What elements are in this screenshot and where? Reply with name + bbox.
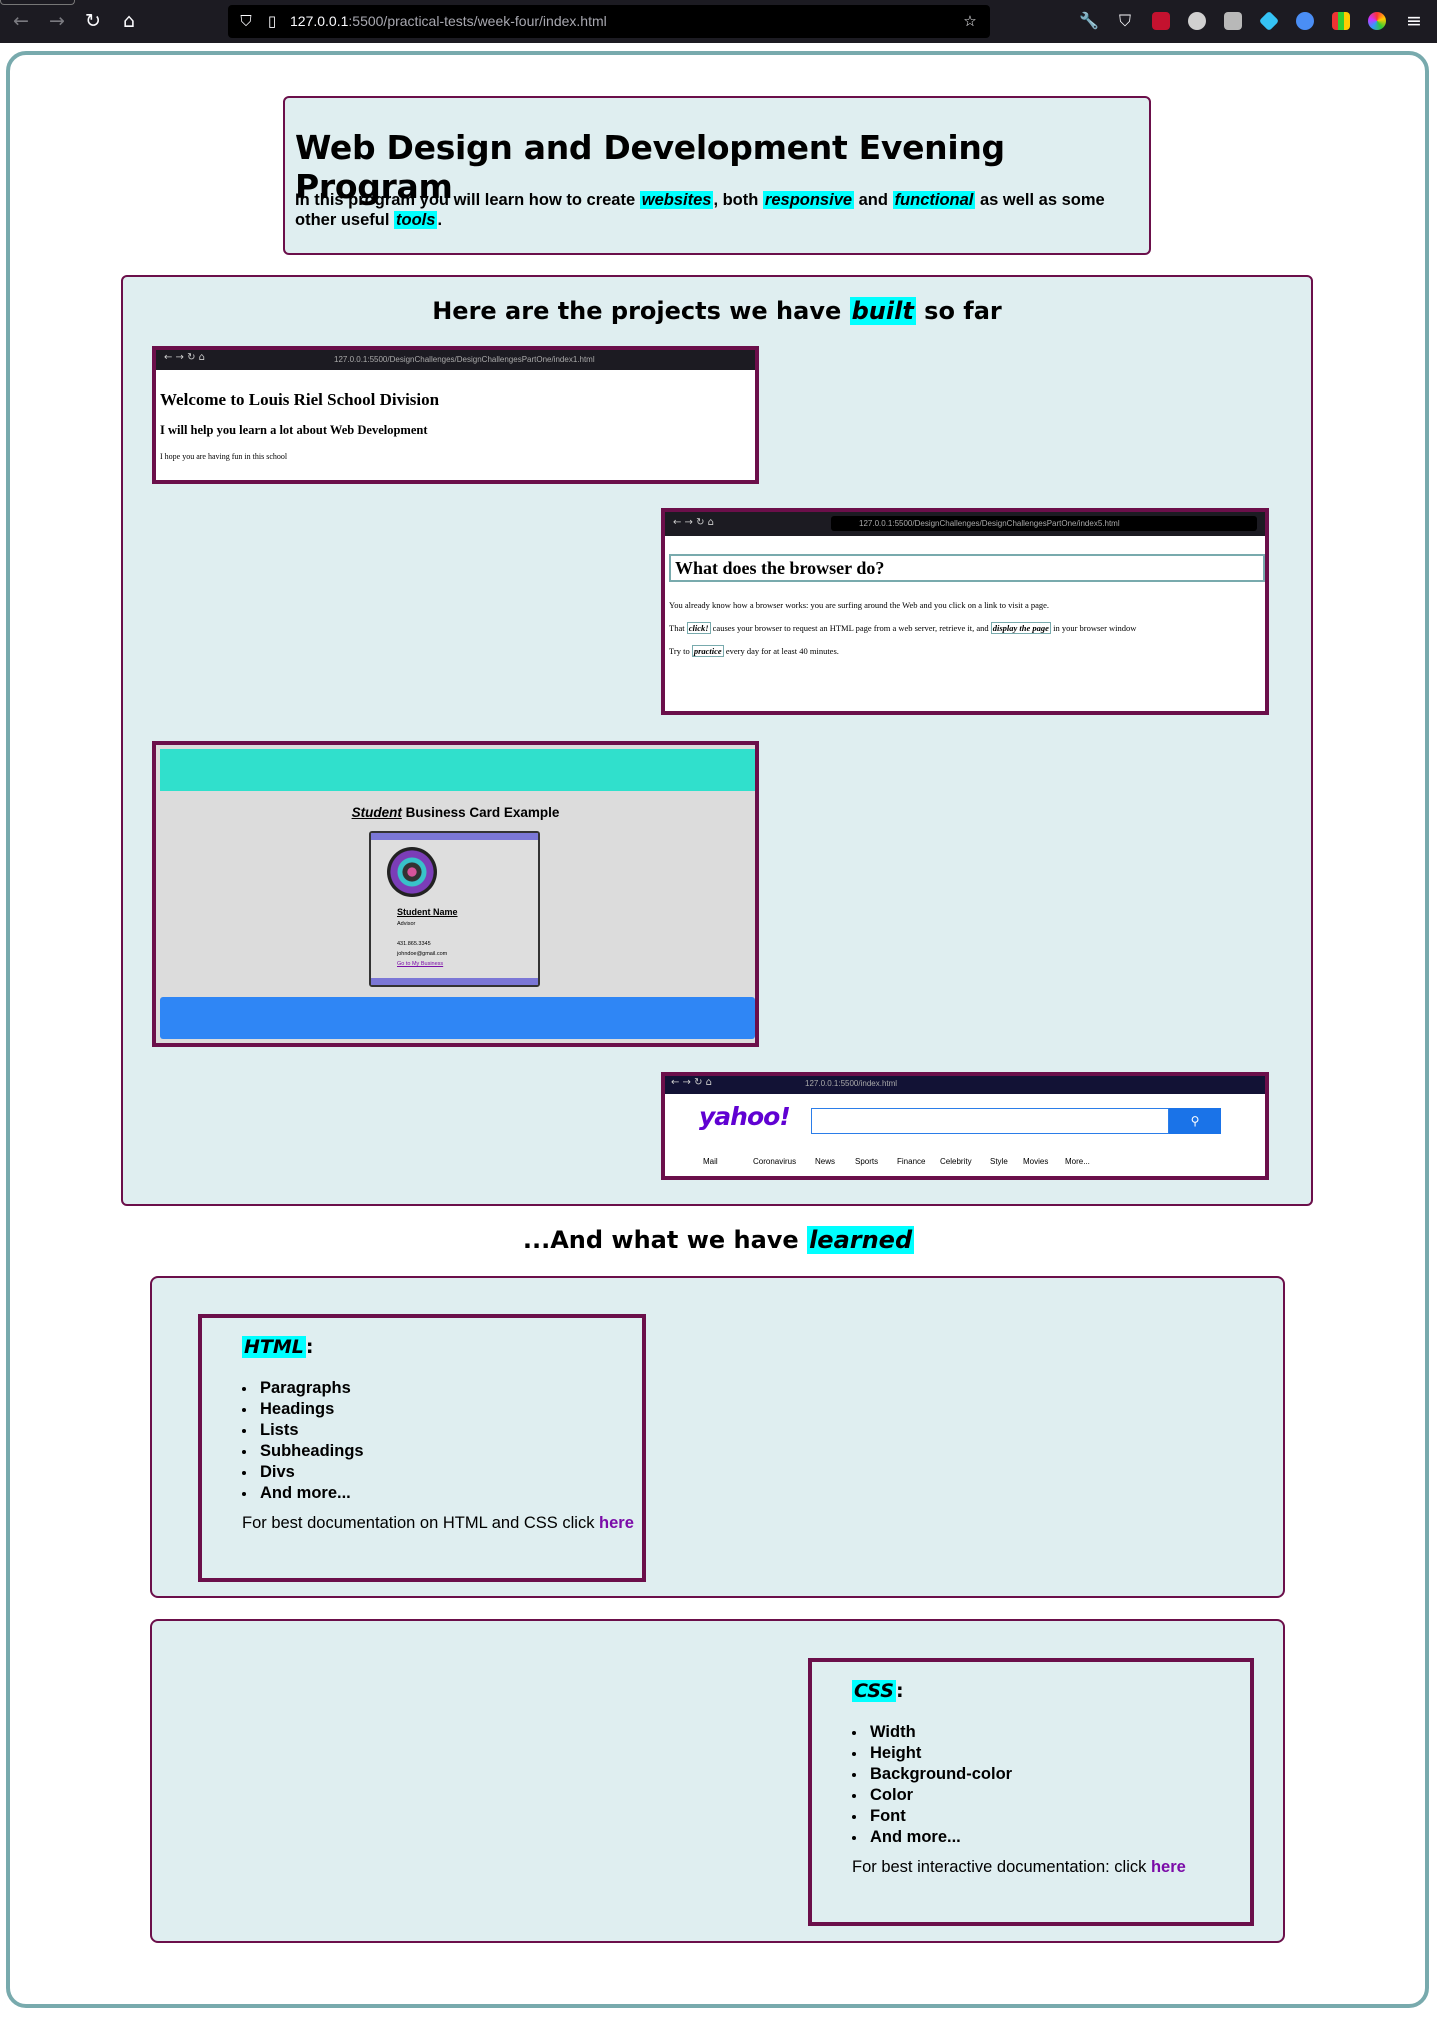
list-item: Paragraphs: [242, 1378, 364, 1399]
extension-icon[interactable]: [1224, 12, 1242, 30]
list-item: Divs: [242, 1462, 364, 1483]
projects-heading: Here are the projects we have built so f…: [432, 297, 1002, 325]
shield-icon[interactable]: ⛉: [236, 11, 256, 31]
yahoo-logo: yahoo!: [699, 1102, 791, 1131]
shot2-heading-box: What does the browser do?: [669, 554, 1265, 582]
list-item: Height: [852, 1743, 1012, 1764]
shot1-paragraph: I hope you are having fun in this school: [160, 452, 288, 461]
html-doc-text: For best documentation on HTML and CSS c…: [242, 1514, 634, 1532]
list-item: Width: [852, 1722, 1012, 1743]
color-wheel-icon[interactable]: [1368, 12, 1386, 30]
page-icon[interactable]: ▯: [262, 11, 282, 31]
list-item: Headings: [242, 1399, 364, 1420]
search-icon: ⚲: [1169, 1108, 1221, 1134]
forward-icon[interactable]: →: [45, 9, 69, 33]
pocket-icon[interactable]: ⛉: [1113, 9, 1137, 33]
mini-browser-bar: ← → ↻ ⌂ 127.0.0.1:5500/DesignChallenges/…: [665, 512, 1265, 536]
list-item: Color: [852, 1785, 1012, 1806]
menu-icon[interactable]: ≡: [1402, 9, 1426, 33]
css-section: CSS: Width Height Background-color Color…: [150, 1619, 1285, 1943]
shot3-title: Student Business Card Example: [351, 805, 560, 820]
extension-icon[interactable]: [1188, 12, 1206, 30]
css-doc-link[interactable]: here: [1151, 1858, 1186, 1876]
project-screenshot-3: Student Business Card Example Student Na…: [152, 741, 759, 1047]
business-card: Student Name Advisor 431.865.3345 johndo…: [369, 831, 540, 987]
shot1-heading: Welcome to Louis Riel School Division: [160, 390, 440, 409]
html-list: Paragraphs Headings Lists Subheadings Di…: [242, 1378, 364, 1504]
star-icon[interactable]: ☆: [960, 11, 980, 31]
keyword-tools: tools: [394, 211, 438, 229]
home-icon[interactable]: ⌂: [117, 9, 141, 33]
html-label: HTML:: [242, 1336, 314, 1358]
learned-heading: ...And what we have learned: [522, 1226, 915, 1254]
list-item: And more...: [852, 1827, 1012, 1848]
ublock-icon[interactable]: [1152, 12, 1170, 30]
list-item: Lists: [242, 1420, 364, 1441]
keyword-responsive: responsive: [762, 191, 855, 209]
avatar: [387, 847, 437, 897]
list-item: Background-color: [852, 1764, 1012, 1785]
reload-icon[interactable]: ↻: [81, 9, 105, 33]
shot3-bottom-band: [160, 997, 755, 1039]
list-item: Subheadings: [242, 1441, 364, 1462]
intro-paragraph: In this program you will learn how to cr…: [295, 191, 1105, 229]
css-list: Width Height Background-color Color Font…: [852, 1722, 1012, 1848]
shot1-subheading: I will help you learn a lot about Web De…: [160, 423, 428, 437]
keyword-functional: functional: [892, 191, 976, 209]
css-card: CSS: Width Height Background-color Color…: [808, 1658, 1254, 1926]
gem-icon[interactable]: [1258, 10, 1280, 32]
list-item: Font: [852, 1806, 1012, 1827]
project-screenshot-2: ← → ↻ ⌂ 127.0.0.1:5500/DesignChallenges/…: [661, 508, 1269, 715]
shot2-paragraph-3: Try to practice every day for at least 4…: [669, 645, 839, 657]
browser-toolbar: ← → ↻ ⌂ ⛉ ▯ 127.0.0.1:5500/practical-tes…: [0, 0, 1437, 43]
css-label: CSS:: [852, 1680, 904, 1702]
shot2-paragraph-1: You already know how a browser works: yo…: [669, 600, 1050, 610]
colorpicker-icon[interactable]: [1332, 12, 1350, 30]
shot3-top-band: [160, 749, 755, 791]
header-section: Web Design and Development Evening Progr…: [283, 96, 1151, 255]
url-text[interactable]: 127.0.0.1:5500/practical-tests/week-four…: [290, 13, 607, 29]
tab-indicator: [0, 0, 75, 5]
url-bar[interactable]: ⛉ ▯ 127.0.0.1:5500/practical-tests/week-…: [228, 5, 990, 38]
extension-icon[interactable]: [1296, 12, 1314, 30]
mini-browser-bar: ← → ↻ ⌂ 127.0.0.1:5500/DesignChallenges/…: [156, 350, 755, 370]
project-screenshot-1: ← → ↻ ⌂ 127.0.0.1:5500/DesignChallenges/…: [152, 346, 759, 484]
html-card: HTML: Paragraphs Headings Lists Subheadi…: [198, 1314, 646, 1582]
project-screenshot-4: ← → ↻ ⌂ 127.0.0.1:5500/index.html yahoo!…: [661, 1072, 1269, 1180]
back-icon[interactable]: ←: [9, 9, 33, 33]
wrench-icon[interactable]: 🔧: [1077, 9, 1101, 33]
html-section: HTML: Paragraphs Headings Lists Subheadi…: [150, 1276, 1285, 1598]
keyword-websites: websites: [639, 191, 714, 209]
mini-browser-bar: ← → ↻ ⌂ 127.0.0.1:5500/index.html: [665, 1076, 1265, 1094]
list-item: And more...: [242, 1483, 364, 1504]
html-doc-link[interactable]: here: [599, 1514, 634, 1532]
yahoo-search-box: [811, 1108, 1169, 1134]
css-doc-text: For best interactive documentation: clic…: [852, 1858, 1186, 1876]
shot2-paragraph-2: That click! causes your browser to reque…: [669, 622, 1137, 634]
